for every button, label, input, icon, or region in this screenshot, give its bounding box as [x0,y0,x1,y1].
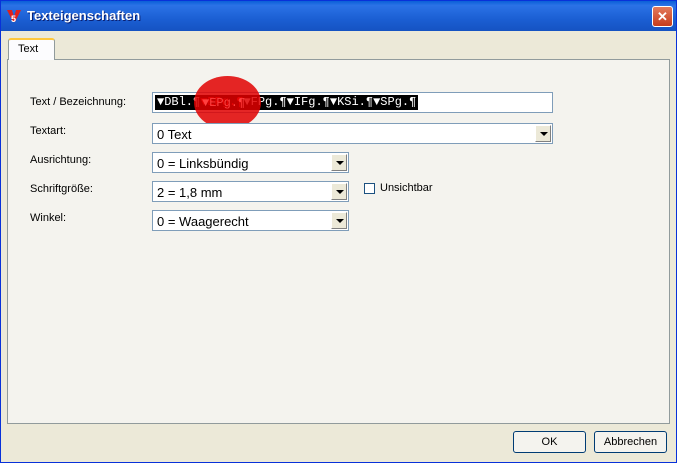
ausrichtung-label: Ausrichtung: [30,154,92,166]
winkel-label: Winkel: [30,212,67,224]
textart-select[interactable]: 0 Text [152,123,553,144]
winkel-dropdown-button[interactable] [331,212,347,229]
window-title: Texteigenschaften [27,8,141,23]
dialog-window: 5 Texteigenschaften ✕ Text Text / Bezeic… [0,0,677,463]
ausrichtung-dropdown-button[interactable] [331,154,347,171]
textart-label: Textart: [30,125,67,137]
ok-button[interactable]: OK [513,431,586,453]
text-sequence: ▼DBl.¶▼EPg.¶▼FPg.¶▼IFg.¶▼KSi.¶▼SPg.¶ [155,95,419,110]
winkel-select[interactable]: 0 = Waagerecht [152,210,349,231]
svg-text:5: 5 [11,14,16,24]
app-logo-icon: 5 [7,10,21,24]
text-segment: ▼DBl.¶ [157,95,201,109]
tab-text-label: Text [18,43,39,55]
tab-text[interactable]: Text [8,38,55,60]
schriftgroesse-dropdown-button[interactable] [331,183,347,200]
text-segment: ▼KSi.¶ [329,95,374,109]
text-segment: ▼FPg.¶ [243,95,287,109]
title-bar[interactable]: 5 Texteigenschaften ✕ [1,1,676,31]
text-segment: ▼IFg.¶ [286,95,330,109]
close-button[interactable]: ✕ [652,6,673,27]
schriftgroesse-select[interactable]: 2 = 1,8 mm [152,181,349,202]
winkel-value: 0 = Waagerecht [157,214,249,229]
cancel-button[interactable]: Abbrechen [594,431,667,453]
ausrichtung-select[interactable]: 0 = Linksbündig [152,152,349,173]
text-segment-highlighted: ▼EPg.¶ [200,95,244,109]
text-segment: ▼SPg.¶ [373,95,417,109]
textart-dropdown-button[interactable] [535,125,551,142]
ausrichtung-value: 0 = Linksbündig [157,156,249,171]
unsichtbar-label[interactable]: Unsichtbar [380,182,433,194]
text-bezeichnung-label: Text / Bezeichnung: [30,96,127,108]
text-bezeichnung-input[interactable]: ▼DBl.¶▼EPg.¶▼FPg.¶▼IFg.¶▼KSi.¶▼SPg.¶ [152,92,553,113]
schriftgroesse-label: Schriftgröße: [30,183,93,195]
schriftgroesse-value: 2 = 1,8 mm [157,185,223,200]
unsichtbar-checkbox[interactable] [364,183,375,194]
tab-panel [7,59,670,424]
textart-value: 0 Text [157,127,192,142]
